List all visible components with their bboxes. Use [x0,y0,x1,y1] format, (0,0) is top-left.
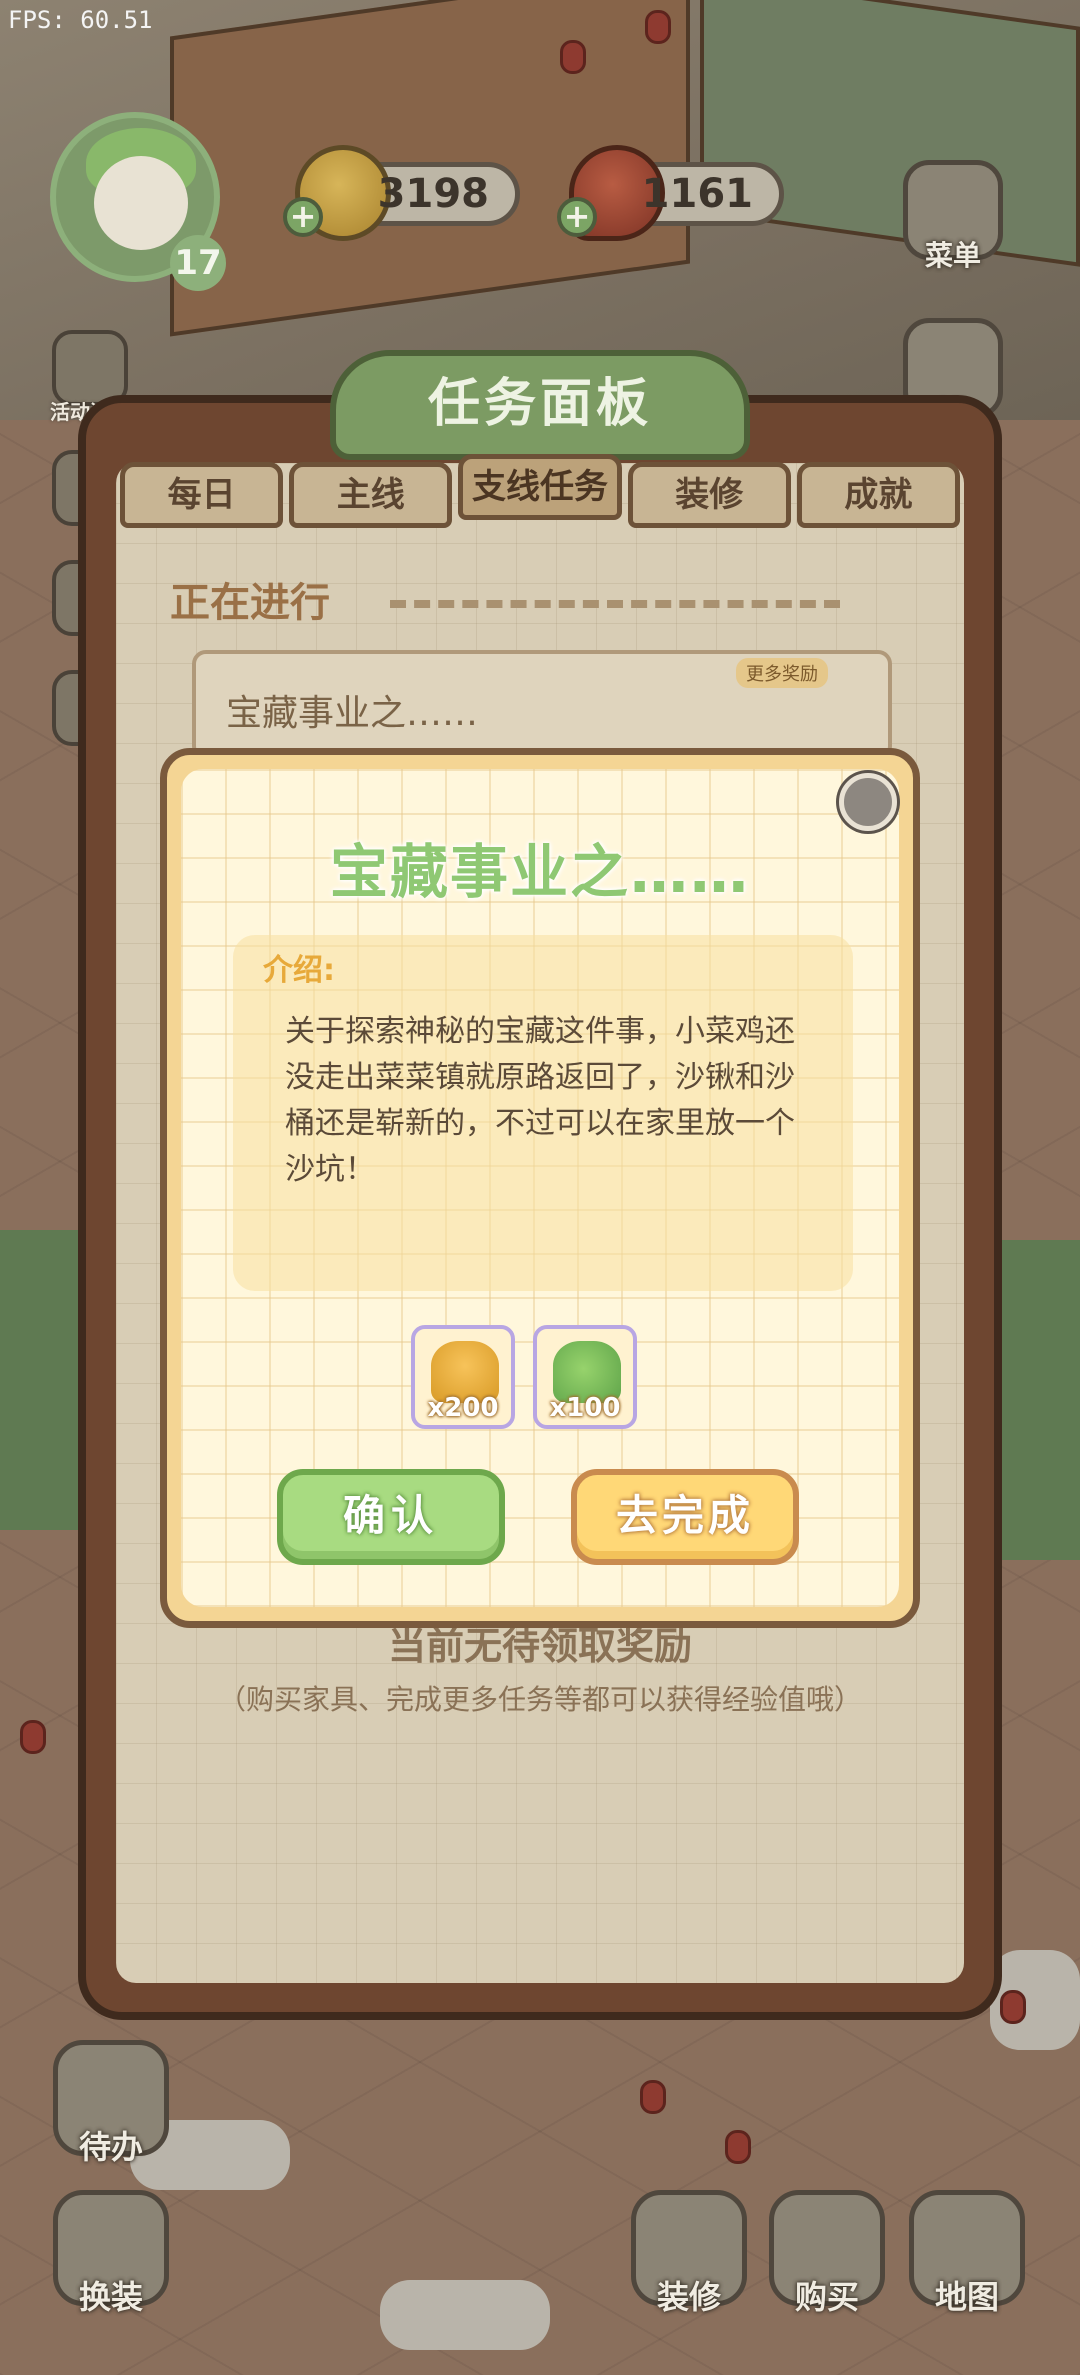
reward-quantity: x100 [549,1393,621,1423]
description-box: 介绍: 关于探索神秘的宝藏这件事，小菜鸡还没走出菜菜镇就原路返回了，沙锹和沙桶还… [233,935,853,1291]
confirm-button[interactable]: 确认 [277,1469,505,1565]
menu-button[interactable]: 菜单 [898,160,1008,274]
map-label: 地图 [934,2278,999,2316]
tab-main[interactable]: 主线 [289,462,453,528]
dressup-label: 换装 [78,2278,143,2316]
reward-quantity: x200 [427,1393,499,1423]
level-badge: 17 [170,235,226,291]
dialog-title: 宝藏事业之…… [329,838,750,906]
more-rewards-badge[interactable]: 更多奖励 [736,658,828,688]
todo-label: 待办 [78,2128,143,2166]
go-complete-button[interactable]: 去完成 [571,1469,799,1565]
reward-list: x200 x100 [411,1325,637,1429]
dressup-button[interactable]: 换装 [46,2190,176,2318]
coin-counter: + 3198 [283,145,520,241]
tab-daily[interactable]: 每日 [120,462,284,528]
avatar-face [94,156,188,250]
task-panel-title: 任务面板 [427,374,652,434]
task-tabs: 每日 主线 支线任务 装修 成就 [120,454,961,532]
add-coins-button[interactable]: + [283,197,323,237]
todo-button[interactable]: 待办 [46,2040,176,2168]
meat-counter: + 1161 [557,145,784,241]
task-card[interactable]: 宝藏事业之…… 更多奖励 [192,650,892,760]
meat-value: 1161 [641,171,753,217]
tab-side-quests[interactable]: 支线任务 [458,454,622,520]
quest-detail-dialog: 宝藏事业之…… 介绍: 关于探索神秘的宝藏这件事，小菜鸡还没走出菜菜镇就原路返回… [160,748,920,1628]
section-divider [390,600,840,610]
menu-label: 菜单 [924,239,981,272]
close-button[interactable] [839,773,897,831]
in-progress-heading: 正在进行 [170,580,330,626]
reward-item[interactable]: x100 [533,1325,637,1429]
decorate-label: 装修 [656,2278,721,2316]
buy-button[interactable]: 购买 [762,2190,892,2318]
fps-counter: FPS: 60.51 [8,6,153,34]
task-panel-header: 任务面板 [330,350,750,460]
reward-item[interactable]: x200 [411,1325,515,1429]
coin-value: 3198 [377,171,489,217]
map-button[interactable]: 地图 [902,2190,1032,2318]
intro-label: 介绍: [263,953,335,988]
tab-achievements[interactable]: 成就 [796,462,961,528]
buy-label: 购买 [794,2278,859,2316]
decorate-button[interactable]: 装修 [624,2190,754,2318]
intro-text: 关于探索神秘的宝藏这件事，小菜鸡还没走出菜菜镇就原路返回了，沙锹和沙桶还是崭新的… [285,1014,795,1187]
tab-decoration[interactable]: 装修 [627,462,791,528]
exp-hint-text: （购买家具、完成更多任务等都可以获得经验值哦） [217,1683,862,1716]
task-card-name: 宝藏事业之…… [226,693,479,734]
add-meat-button[interactable]: + [557,197,597,237]
